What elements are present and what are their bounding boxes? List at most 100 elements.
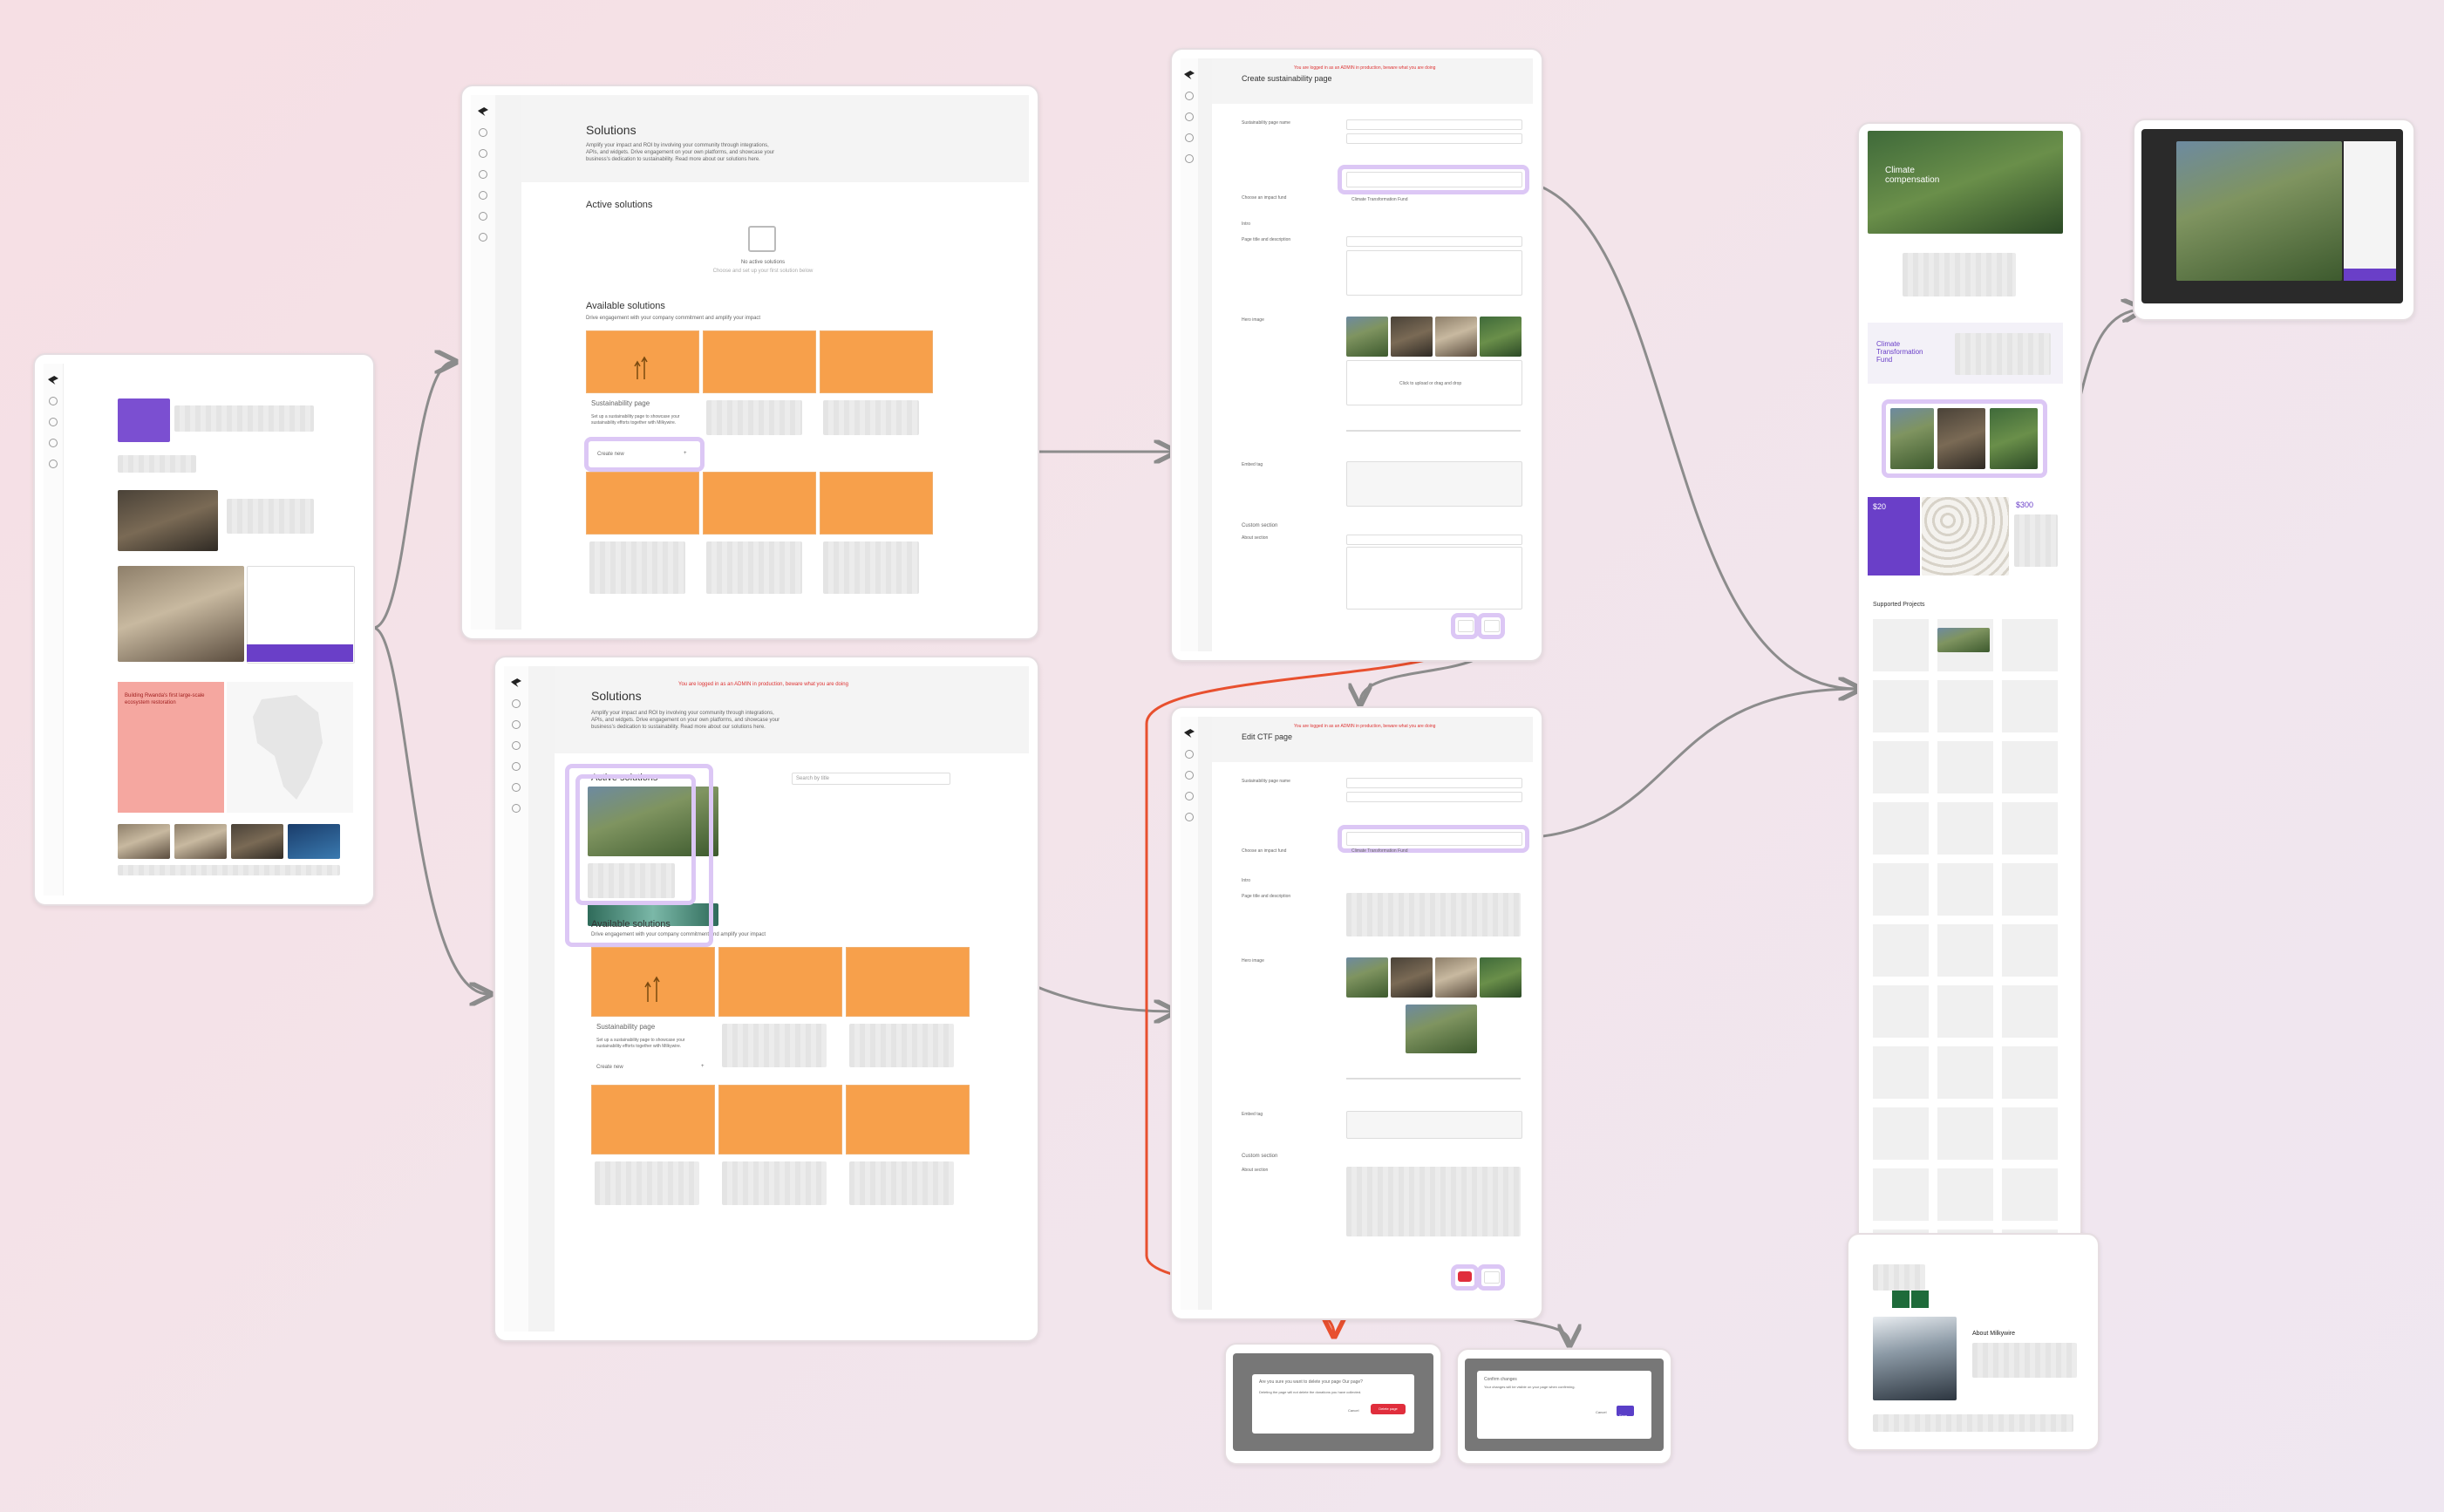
create-new-label[interactable]: Create new bbox=[596, 1064, 623, 1071]
settings-icon[interactable] bbox=[512, 804, 521, 813]
section-name-label: Sustainability page name bbox=[1242, 779, 1290, 784]
solutions-icon[interactable] bbox=[49, 418, 58, 426]
projects-grid bbox=[1873, 619, 2058, 1334]
modal-overlay: Are you sure you want to delete your pag… bbox=[1233, 1353, 1433, 1451]
blurred-card-text bbox=[849, 1161, 954, 1205]
preview-purple-button[interactable] bbox=[2344, 269, 2396, 281]
home-icon[interactable] bbox=[49, 397, 58, 405]
delete-dialog-heading: Are you sure you want to delete your pag… bbox=[1259, 1379, 1363, 1385]
fund-description bbox=[1955, 333, 2051, 375]
delete-confirm-label: Delete page bbox=[1379, 1406, 1398, 1411]
hero-option-image[interactable] bbox=[1391, 957, 1433, 998]
page-intro: Amplify your impact and ROI by involving… bbox=[591, 711, 780, 730]
badge-icon bbox=[1911, 1291, 1929, 1308]
chart-icon[interactable] bbox=[479, 212, 487, 221]
section-about-label: About section bbox=[1242, 1168, 1269, 1173]
image-position-slider[interactable] bbox=[1346, 430, 1521, 432]
hero-option-image[interactable] bbox=[1435, 957, 1477, 998]
hero-option-image[interactable] bbox=[1391, 317, 1433, 357]
globe-icon[interactable] bbox=[512, 762, 521, 771]
side-gutter bbox=[528, 666, 555, 1332]
search-input[interactable]: Search by title bbox=[792, 773, 950, 785]
blurred-card-text bbox=[595, 1161, 699, 1205]
about-title-field[interactable] bbox=[1346, 535, 1522, 545]
confirm-save-button[interactable]: Save bbox=[1617, 1406, 1634, 1418]
nav-rail bbox=[1181, 717, 1199, 1310]
settings-icon[interactable] bbox=[49, 460, 58, 468]
confirm-dialog: Confirm changes Your changes will be vis… bbox=[1477, 1371, 1651, 1439]
fund-option[interactable]: Climate Transformation Fund bbox=[1351, 848, 1407, 855]
page-title-field[interactable] bbox=[1346, 236, 1522, 247]
dashboard-blurred-row bbox=[118, 865, 340, 875]
page-slug-field[interactable] bbox=[1346, 133, 1522, 144]
section-custom-label: Custom section bbox=[1242, 523, 1278, 528]
blurred-card-text bbox=[823, 400, 919, 435]
solutions-icon[interactable] bbox=[512, 720, 521, 729]
confirm-save-label: Save bbox=[1619, 1413, 1628, 1418]
solution-card-image bbox=[703, 330, 816, 393]
page-name-field[interactable] bbox=[1346, 119, 1522, 130]
dashboard-blurred-row bbox=[227, 499, 314, 534]
confirm-dialog-heading: Confirm changes bbox=[1484, 1377, 1517, 1382]
home-icon[interactable] bbox=[512, 699, 521, 708]
blurred-card-text bbox=[706, 400, 802, 435]
confirm-cancel-button[interactable]: Cancel bbox=[1596, 1409, 1606, 1416]
embed-upload-zone[interactable] bbox=[1346, 461, 1522, 507]
create-new-plus[interactable]: + bbox=[701, 1063, 705, 1070]
reports-icon[interactable] bbox=[479, 170, 487, 179]
settings-icon[interactable] bbox=[1185, 813, 1194, 821]
arrow-dashboard-to-solutions-b bbox=[372, 626, 488, 994]
page-description-field[interactable] bbox=[1346, 250, 1522, 296]
about-description-field[interactable] bbox=[1346, 547, 1522, 610]
home-icon[interactable] bbox=[479, 128, 487, 137]
solution-card-image bbox=[846, 1085, 970, 1154]
dashboard-thumb bbox=[118, 824, 170, 859]
fund-option[interactable]: Climate Transformation Fund bbox=[1351, 196, 1407, 203]
empty-state-sub: Choose and set up your first solution be… bbox=[712, 269, 814, 274]
page-name-field[interactable] bbox=[1346, 778, 1522, 788]
mountain-image bbox=[1873, 1317, 1957, 1400]
home-icon[interactable] bbox=[1185, 750, 1194, 759]
delete-confirm-button[interactable]: Delete page bbox=[1371, 1404, 1406, 1414]
embed-field[interactable] bbox=[1346, 1111, 1522, 1139]
delete-cancel-button[interactable]: Cancel bbox=[1348, 1407, 1358, 1414]
solution-card-image bbox=[820, 330, 933, 393]
solutions-empty-frame: Solutions Amplify your impact and ROI by… bbox=[460, 85, 1039, 640]
save-button-highlight bbox=[1477, 1264, 1505, 1291]
price-b-description bbox=[2014, 514, 2058, 567]
solution-card-title: Sustainability page bbox=[591, 399, 650, 407]
settings-icon[interactable] bbox=[1185, 154, 1194, 163]
hero-option-image[interactable] bbox=[1435, 317, 1477, 357]
available-solutions-heading: Available solutions bbox=[586, 301, 665, 311]
reports-icon[interactable] bbox=[1185, 133, 1194, 142]
logo-icon bbox=[48, 376, 58, 385]
globe-icon[interactable] bbox=[479, 191, 487, 200]
section-custom-label: Custom section bbox=[1242, 1154, 1278, 1159]
price-card-purple: $20 bbox=[1868, 497, 1920, 576]
empty-state-icon bbox=[748, 226, 776, 252]
reports-icon[interactable] bbox=[1185, 792, 1194, 800]
solutions-icon[interactable] bbox=[1185, 112, 1194, 121]
home-icon[interactable] bbox=[1185, 92, 1194, 100]
preview-screen bbox=[2141, 129, 2403, 303]
dashboard-blurred-row bbox=[118, 455, 196, 473]
solution-card-image bbox=[591, 1085, 715, 1154]
hero-option-image[interactable] bbox=[1480, 317, 1522, 357]
about-text bbox=[1972, 1343, 2077, 1378]
hero-option-image[interactable] bbox=[1346, 317, 1388, 357]
hero-upload-zone[interactable]: Click to upload or drag and drop bbox=[1346, 360, 1522, 405]
chart-icon[interactable] bbox=[512, 783, 521, 792]
solutions-icon[interactable] bbox=[1185, 771, 1194, 780]
reports-icon[interactable] bbox=[512, 741, 521, 750]
africa-map-shape bbox=[253, 695, 323, 800]
image-position-slider[interactable] bbox=[1346, 1078, 1521, 1080]
solutions-icon[interactable] bbox=[479, 149, 487, 158]
page-slug-field[interactable] bbox=[1346, 792, 1522, 802]
hero-option-image[interactable] bbox=[1480, 957, 1522, 998]
arrow-create-to-public bbox=[1503, 177, 1857, 689]
delete-modal-frame: Are you sure you want to delete your pag… bbox=[1224, 1343, 1442, 1465]
reports-icon[interactable] bbox=[49, 439, 58, 447]
settings-icon[interactable] bbox=[479, 233, 487, 242]
africa-map bbox=[227, 682, 353, 813]
hero-option-image[interactable] bbox=[1346, 957, 1388, 998]
